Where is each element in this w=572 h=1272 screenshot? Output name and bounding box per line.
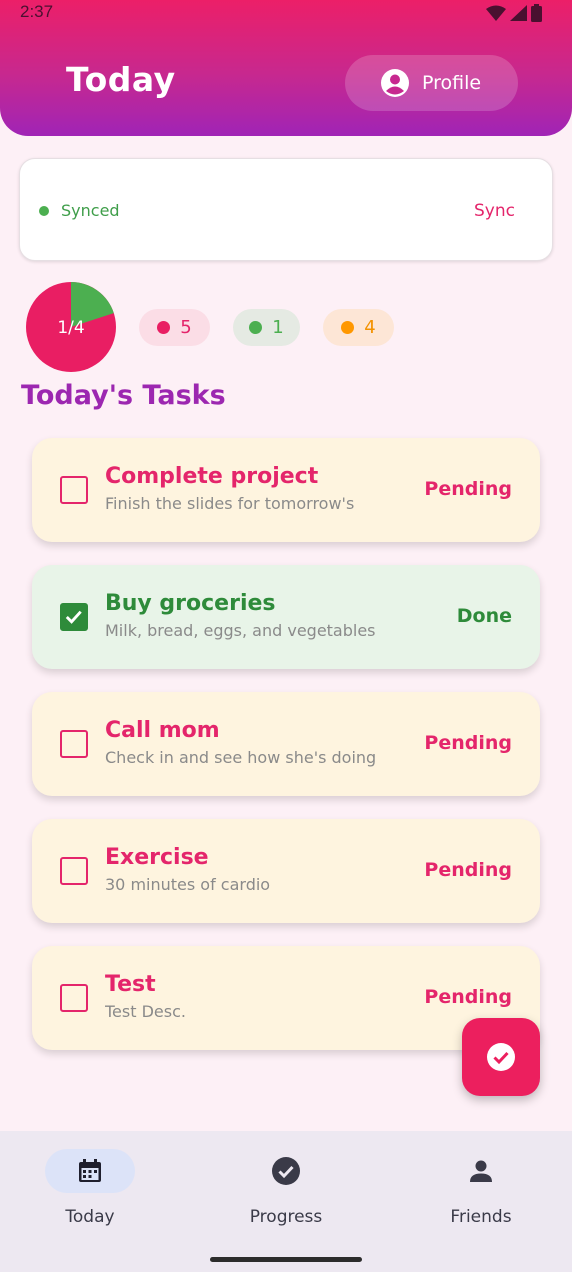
battery-icon [531, 4, 542, 22]
task-status: Done [456, 605, 512, 627]
task-checkbox[interactable] [60, 857, 88, 885]
task-title: Call mom [105, 718, 220, 743]
done-count-pill: 1 [233, 309, 300, 346]
done-dot-icon [249, 321, 263, 334]
complete-all-fab-button[interactable] [462, 1018, 540, 1096]
task-checkbox[interactable] [60, 476, 88, 504]
task-status: Pending [424, 732, 512, 754]
home-indicator[interactable] [210, 1257, 362, 1262]
section-title: Today's Tasks [21, 380, 226, 411]
done-count: 1 [272, 317, 284, 338]
profile-button[interactable]: Profile [345, 55, 518, 111]
nav-label-today: Today [65, 1207, 115, 1227]
person-icon [470, 1160, 492, 1182]
task-description: Check in and see how she's doing [105, 748, 377, 767]
task-card[interactable]: Call mom Check in and see how she's doin… [32, 692, 540, 796]
pending-dot-icon [157, 321, 171, 334]
task-status: Pending [424, 478, 512, 500]
nav-item-friends[interactable]: Friends [416, 1149, 546, 1239]
progress-label: 1/4 [57, 318, 84, 338]
task-description: 30 minutes of cardio [105, 875, 271, 894]
task-card[interactable]: Buy groceries Milk, bread, eggs, and veg… [32, 565, 540, 669]
task-card[interactable]: Complete project Finish the slides for t… [32, 438, 540, 542]
task-card[interactable]: Exercise 30 minutes of cardio Pending [32, 819, 540, 923]
bottom-navigation: Today Progress Friends [0, 1131, 572, 1272]
nav-item-today[interactable]: Today [25, 1149, 155, 1239]
sync-status: Synced [39, 201, 120, 220]
account-circle-icon [381, 69, 409, 97]
sync-card: Synced Sync [19, 158, 553, 261]
nav-label-friends: Friends [450, 1207, 512, 1227]
other-count-pill: 4 [323, 309, 394, 346]
sync-button[interactable]: Sync [474, 201, 515, 221]
nav-friends-indicator [436, 1149, 526, 1193]
pending-count: 5 [180, 317, 192, 338]
task-description: Finish the slides for tomorrow's [105, 494, 355, 513]
calendar-icon [79, 1159, 101, 1182]
check-circle-icon [272, 1157, 300, 1185]
task-status: Pending [424, 986, 512, 1008]
task-description: Test Desc. [105, 1002, 186, 1021]
app-header: 2:37 Today Profile [0, 0, 572, 136]
sync-status-label: Synced [61, 201, 120, 220]
task-checkbox[interactable] [60, 984, 88, 1012]
task-status: Pending [424, 859, 512, 881]
task-title: Test [105, 972, 156, 997]
sync-status-dot-icon [39, 205, 49, 216]
status-time: 2:37 [20, 2, 54, 21]
signal-icon [510, 5, 527, 21]
check-circle-icon [487, 1043, 515, 1071]
task-title: Exercise [105, 845, 209, 870]
task-description: Milk, bread, eggs, and vegetables [105, 621, 376, 640]
task-title: Complete project [105, 464, 319, 489]
progress-pie-chart: 1/4 [26, 282, 116, 372]
page-title: Today [66, 60, 176, 99]
task-checkbox[interactable] [60, 730, 88, 758]
wifi-icon [486, 5, 506, 21]
pending-count-pill: 5 [139, 309, 210, 346]
nav-today-indicator [45, 1149, 135, 1193]
task-checkbox[interactable] [60, 603, 88, 631]
nav-item-progress[interactable]: Progress [221, 1149, 351, 1239]
status-icons [486, 4, 542, 22]
nav-label-progress: Progress [249, 1207, 323, 1227]
check-icon [65, 610, 82, 624]
profile-label: Profile [422, 72, 482, 94]
task-title: Buy groceries [105, 591, 276, 616]
sync-row: Synced Sync [37, 177, 536, 244]
other-dot-icon [341, 321, 355, 334]
other-count: 4 [364, 317, 376, 338]
nav-progress-indicator [241, 1149, 331, 1193]
